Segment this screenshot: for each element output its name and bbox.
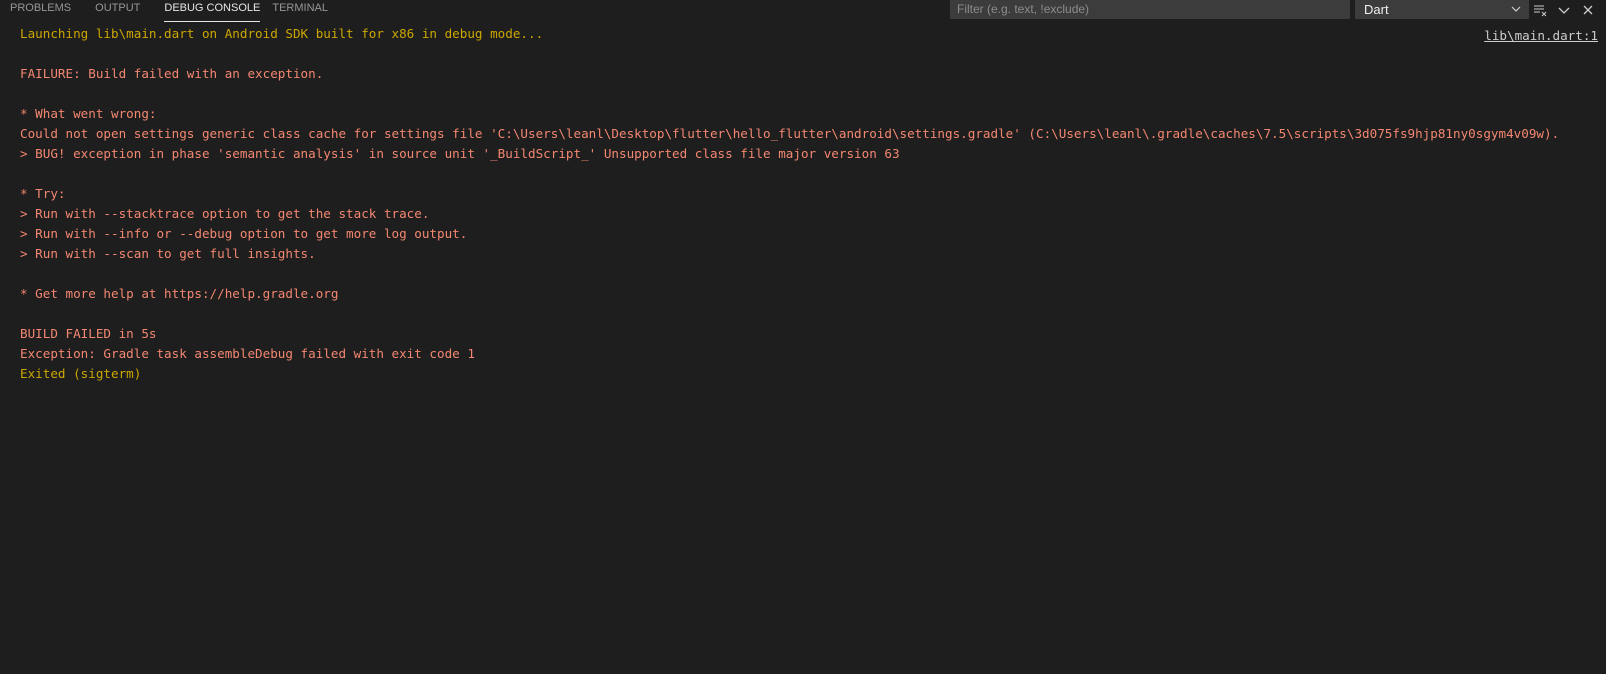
- console-line: > Run with --info or --debug option to g…: [20, 226, 468, 241]
- panel-actions: [1532, 1, 1596, 19]
- console-line: Exited (sigterm): [20, 366, 142, 381]
- chevron-down-icon: [1558, 7, 1570, 14]
- console-line: > BUG! exception in phase 'semantic anal…: [20, 146, 900, 161]
- console-line: FAILURE: Build failed with an exception.: [20, 66, 324, 81]
- console-line: Launching lib\main.dart on Android SDK b…: [20, 26, 544, 41]
- panel-header: PROBLEMS OUTPUT DEBUG CONSOLE TERMINAL F…: [0, 0, 1606, 22]
- console-line: * Get more help at https://help.gradle.o…: [20, 286, 339, 301]
- console-line: Could not open settings generic class ca…: [20, 126, 1560, 141]
- panel-tabs: PROBLEMS OUTPUT DEBUG CONSOLE TERMINAL: [10, 0, 352, 22]
- close-icon: [1583, 5, 1593, 15]
- clear-console-icon: [1534, 5, 1547, 17]
- debug-session-select[interactable]: Dart: [1355, 0, 1529, 19]
- tab-debug-console[interactable]: DEBUG CONSOLE: [164, 0, 261, 22]
- debug-session-select-value: Dart: [1364, 2, 1389, 17]
- collapse-panel-button[interactable]: [1556, 2, 1572, 18]
- console-line: BUILD FAILED in 5s: [20, 326, 157, 341]
- tab-terminal[interactable]: TERMINAL: [272, 0, 340, 21]
- console-line: > Run with --scan to get full insights.: [20, 246, 316, 261]
- console-line: Exception: Gradle task assembleDebug fai…: [20, 346, 475, 361]
- close-panel-button[interactable]: [1580, 2, 1596, 18]
- console-line: * What went wrong:: [20, 106, 157, 121]
- tab-problems[interactable]: PROBLEMS: [10, 0, 83, 21]
- tab-output[interactable]: OUTPUT: [95, 0, 152, 21]
- filter-input[interactable]: Filter (e.g. text, !exclude): [950, 0, 1350, 19]
- console-line: > Run with --stacktrace option to get th…: [20, 206, 430, 221]
- chevron-down-icon: [1511, 6, 1521, 12]
- debug-console-output: Launching lib\main.dart on Android SDK b…: [20, 24, 1600, 384]
- clear-console-button[interactable]: [1532, 2, 1548, 18]
- console-line: * Try:: [20, 186, 66, 201]
